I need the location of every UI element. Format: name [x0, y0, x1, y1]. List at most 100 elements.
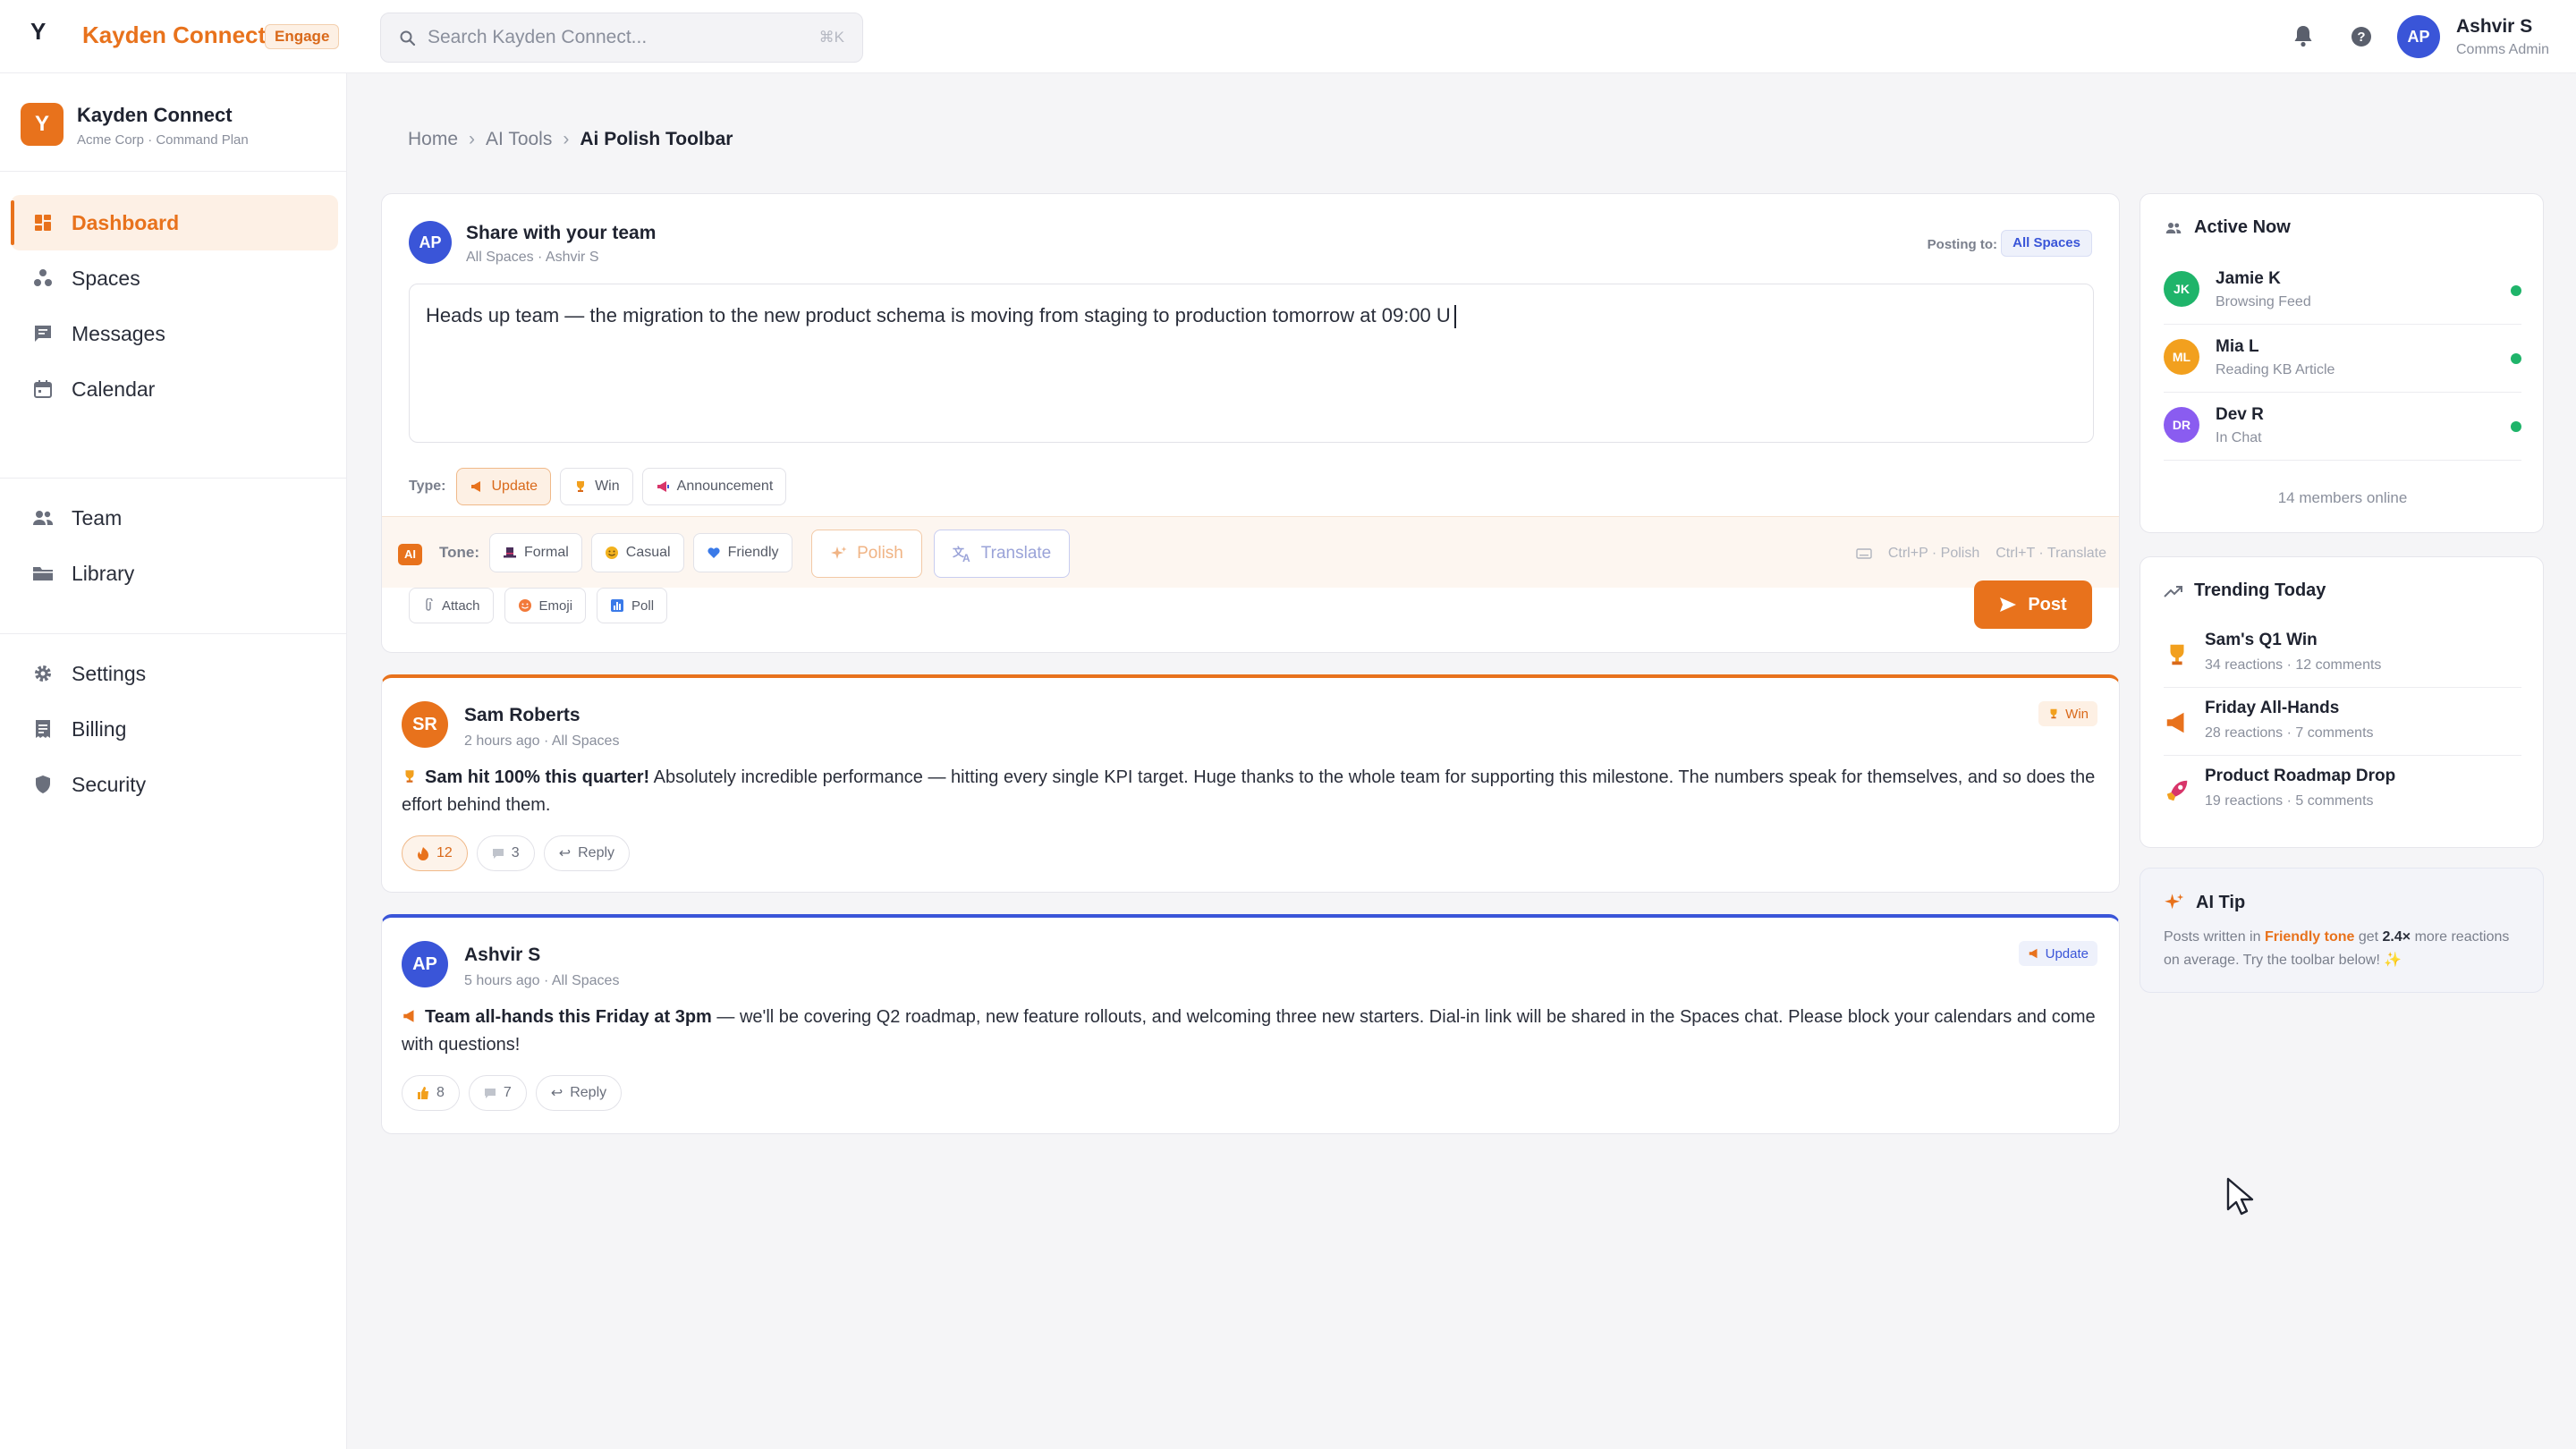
trending-stats: 19 reactions · 5 comments — [2205, 793, 2374, 809]
ai-polish-toolbar: AI Tone: Formal Casual Friendly Polish 文… — [382, 516, 2119, 588]
reaction-button[interactable]: 12 — [402, 835, 468, 871]
post-button[interactable]: Post — [1974, 580, 2092, 629]
user-menu[interactable]: Ashvir S Comms Admin — [2456, 16, 2549, 58]
post-tag-label: Update — [2045, 945, 2089, 962]
post-author-avatar[interactable]: SR — [402, 701, 448, 748]
sidebar-item-security[interactable]: Security — [11, 757, 338, 812]
composer-textarea[interactable]: Heads up team — the migration to the new… — [409, 284, 2094, 443]
tone-selector: Formal Casual Friendly — [489, 533, 792, 572]
post-author[interactable]: Sam Roberts — [464, 705, 580, 726]
comment-button[interactable]: 3 — [476, 835, 535, 871]
post-body: Team all-hands this Friday at 3pm — we'l… — [402, 1004, 2101, 1059]
chip-label: Poll — [631, 597, 655, 614]
posting-to-label: Posting to: — [1927, 237, 1997, 252]
search-box[interactable]: ⌘K — [380, 13, 863, 63]
post-meta: 2 hours ago · All Spaces — [464, 733, 620, 749]
post-author-avatar[interactable]: AP — [402, 941, 448, 987]
active-now-header: Active Now — [2164, 217, 2291, 238]
comment-count: 3 — [511, 845, 520, 860]
user-avatar[interactable]: AP — [2397, 15, 2440, 58]
member-status: Reading KB Article — [2216, 362, 2335, 377]
translate-button[interactable]: 文A Translate — [934, 530, 1070, 578]
member-name: Jamie K — [2216, 269, 2281, 288]
shield-icon — [30, 772, 55, 797]
member-avatar: DR — [2164, 407, 2199, 443]
sidebar-item-calendar[interactable]: Calendar — [11, 361, 338, 417]
sidebar-item-messages[interactable]: Messages — [11, 306, 338, 361]
tone-formal-chip[interactable]: Formal — [489, 533, 582, 572]
svg-text:A: A — [962, 552, 970, 563]
post-type-selector: Type: Update Win Announcement — [409, 468, 787, 505]
mouse-cursor — [2225, 1177, 2256, 1216]
megaphone-icon — [403, 1010, 414, 1022]
brand-name[interactable]: Kayden Connect — [82, 21, 266, 49]
tone-casual-chip[interactable]: Casual — [590, 533, 684, 572]
shortcut-translate: Ctrl+T · Translate — [1996, 546, 2106, 561]
workspace-switcher[interactable]: Y Kayden Connect Acme Corp · Command Pla… — [0, 73, 347, 172]
polish-button[interactable]: Polish — [811, 530, 922, 578]
reply-arrow-icon: ↩ — [558, 846, 572, 861]
trending-item[interactable]: Friday All-Hands 28 reactions · 7 commen… — [2164, 688, 2521, 756]
breadcrumb-current: Ai Polish Toolbar — [580, 129, 733, 149]
product-badge: Engage — [265, 24, 340, 49]
online-indicator — [2511, 285, 2521, 296]
active-member[interactable]: ML Mia L Reading KB Article — [2164, 325, 2521, 393]
attach-button[interactable]: Attach — [409, 588, 494, 623]
trending-title: Sam's Q1 Win — [2205, 631, 2318, 649]
reaction-button[interactable]: 8 — [402, 1075, 460, 1111]
megaphone-icon — [471, 481, 481, 492]
active-member[interactable]: DR Dev R In Chat — [2164, 393, 2521, 461]
reply-button[interactable]: ↩ Reply — [543, 835, 631, 871]
app-logo[interactable]: Y — [30, 18, 46, 46]
breadcrumb-home[interactable]: Home — [408, 129, 458, 150]
chip-label: Casual — [625, 545, 671, 560]
megaphone-icon — [2166, 712, 2184, 733]
active-member[interactable]: JK Jamie K Browsing Feed — [2164, 257, 2521, 325]
member-avatar: ML — [2164, 339, 2199, 375]
member-status: Browsing Feed — [2216, 294, 2311, 309]
polish-label: Polish — [857, 544, 903, 563]
tone-friendly-chip[interactable]: Friendly — [692, 533, 792, 572]
type-update-chip[interactable]: Update — [456, 468, 552, 505]
panel-title: AI Tip — [2196, 892, 2246, 912]
sidebar-item-library[interactable]: Library — [11, 546, 338, 601]
comment-button[interactable]: 7 — [468, 1075, 527, 1111]
search-input[interactable] — [428, 13, 785, 62]
sparkle-icon — [831, 547, 847, 559]
sidebar-item-spaces[interactable]: Spaces — [11, 250, 338, 306]
type-announcement-chip[interactable]: Announcement — [641, 468, 787, 505]
reply-arrow-icon: ↩ — [550, 1086, 564, 1101]
sidebar-item-team[interactable]: Team — [11, 490, 338, 546]
bell-icon[interactable] — [2292, 23, 2315, 48]
sidebar: Y Kayden Connect Acme Corp · Command Pla… — [0, 73, 347, 1449]
reply-button[interactable]: ↩ Reply — [535, 1075, 623, 1111]
sidebar-item-dashboard[interactable]: Dashboard — [11, 195, 338, 250]
smile-icon — [605, 547, 618, 559]
user-name: Ashvir S — [2456, 16, 2533, 37]
chip-label: Friendly — [727, 545, 779, 560]
trending-title: Product Roadmap Drop — [2205, 767, 2396, 785]
trending-item[interactable]: Sam's Q1 Win 34 reactions · 12 comments — [2164, 620, 2521, 688]
workspace-logo: Y — [21, 103, 64, 146]
workspace-plan: Acme Corp · Command Plan — [77, 132, 249, 148]
breadcrumb-section[interactable]: AI Tools — [486, 129, 552, 150]
member-name: Mia L — [2216, 337, 2259, 356]
keyboard-icon — [1856, 548, 1872, 559]
ai-tip-text: Posts written in Friendly tone get 2.4× … — [2164, 926, 2521, 972]
nav-group-workspace: Team Library — [11, 490, 338, 601]
type-win-chip[interactable]: Win — [560, 468, 633, 505]
posting-target-select[interactable]: All Spaces — [2001, 230, 2092, 257]
post-actions: 8 7 ↩ Reply — [402, 1075, 623, 1111]
team-icon — [30, 505, 55, 530]
members-online-link[interactable]: 14 members online — [2140, 489, 2545, 507]
ai-tip-header: AI Tip — [2164, 892, 2245, 913]
tip-multiplier: 2.4× — [2382, 929, 2411, 945]
emoji-button[interactable]: Emoji — [504, 588, 587, 623]
sidebar-item-settings[interactable]: Settings — [11, 646, 338, 701]
post-author[interactable]: Ashvir S — [464, 945, 540, 966]
trending-item[interactable]: Product Roadmap Drop 19 reactions · 5 co… — [2164, 756, 2521, 824]
post-actions: 12 3 ↩ Reply — [402, 835, 631, 871]
poll-button[interactable]: Poll — [597, 588, 668, 623]
sidebar-item-billing[interactable]: Billing — [11, 701, 338, 757]
help-icon[interactable]: ? — [2350, 25, 2373, 48]
